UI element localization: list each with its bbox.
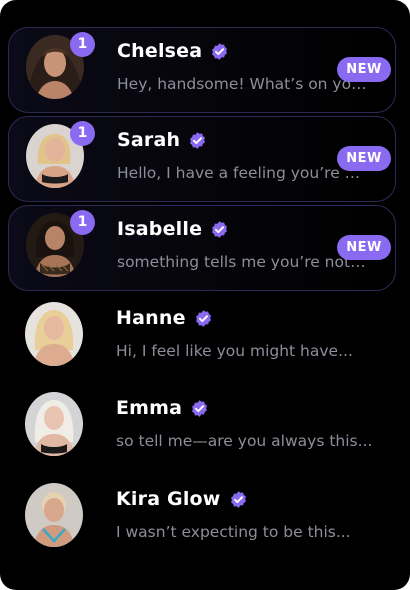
unread-count-badge: 1 <box>70 210 95 235</box>
chat-item-kira-glow[interactable]: Kira Glow I wasn’t expecting to be this.… <box>8 476 396 562</box>
message-preview: Hi, I feel like you might have... <box>116 342 353 360</box>
message-preview: Hello, I have a feeling you’re going to … <box>117 164 369 182</box>
chat-item-sarah[interactable]: 1 Sarah Hello, I have a feeling you’re g… <box>8 116 396 202</box>
chat-list: 1 Chelsea Hey, handsome! What’s on your … <box>0 0 410 590</box>
message-preview: something tells me you’re not like the o… <box>117 253 369 271</box>
verified-badge-icon <box>210 42 229 61</box>
contact-name: Isabelle <box>117 218 203 240</box>
verified-badge-icon <box>210 220 229 239</box>
chat-item-chelsea[interactable]: 1 Chelsea Hey, handsome! What’s on your … <box>8 27 396 113</box>
new-badge: NEW <box>337 146 391 171</box>
contact-name: Hanne <box>116 307 186 329</box>
contact-name: Sarah <box>117 129 181 151</box>
avatar <box>25 483 83 547</box>
verified-badge-icon <box>194 309 213 328</box>
verified-badge-icon <box>190 399 209 418</box>
unread-count-badge: 1 <box>70 121 95 146</box>
chat-item-emma[interactable]: Emma so tell me—are you always this... <box>8 385 396 471</box>
verified-badge-icon <box>188 131 207 150</box>
new-badge: NEW <box>337 57 391 82</box>
avatar <box>25 302 83 366</box>
contact-name: Kira Glow <box>116 488 221 510</box>
message-preview: Hey, handsome! What’s on your mind? <box>117 75 369 93</box>
avatar <box>25 392 83 456</box>
chat-list-screen: 1 Chelsea Hey, handsome! What’s on your … <box>0 0 410 590</box>
unread-count-badge: 1 <box>70 32 95 57</box>
new-badge: NEW <box>337 235 391 260</box>
contact-name: Emma <box>116 397 183 419</box>
chat-item-isabelle[interactable]: 1 Isabelle something tells me you’re not… <box>8 205 396 291</box>
message-preview: I wasn’t expecting to be this... <box>116 523 351 541</box>
contact-name: Chelsea <box>117 40 203 62</box>
message-preview: so tell me—are you always this... <box>116 432 373 450</box>
chat-item-hanne[interactable]: Hanne Hi, I feel like you might have... <box>8 295 396 381</box>
verified-badge-icon <box>229 490 248 509</box>
